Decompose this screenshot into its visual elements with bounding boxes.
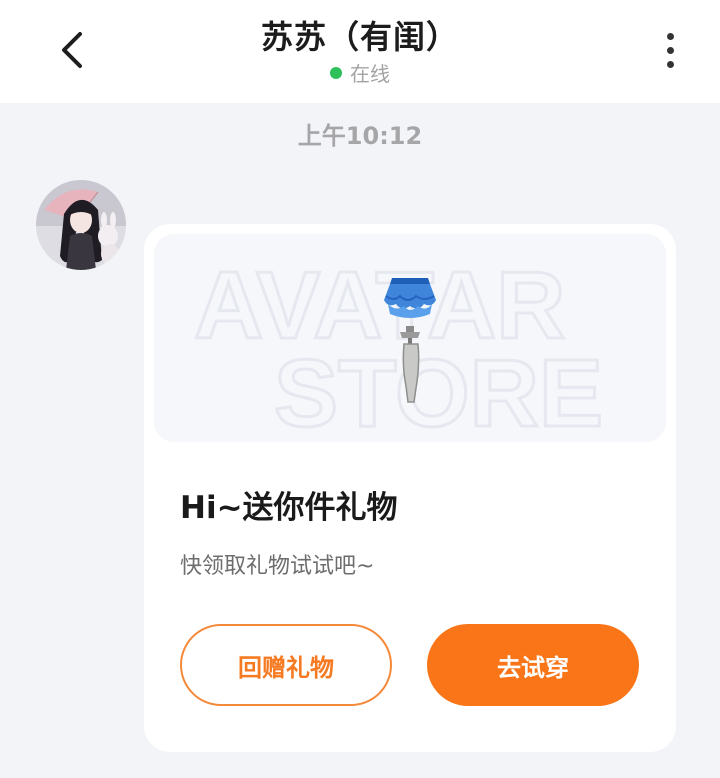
more-vertical-icon — [666, 32, 674, 40]
avatar-image — [36, 180, 126, 270]
chat-screen: 苏苏（有闺） 在线 上午10:12 AVATAR STORE Hi~送你件礼物 … — [0, 0, 720, 778]
skirt-gift-icon — [384, 278, 436, 403]
gift-message-card: AVATAR STORE Hi~送你件礼物 快领取礼物试试吧~ 回赠礼物 去试穿 — [144, 224, 676, 752]
contact-name: 苏苏（有闺） — [260, 18, 459, 56]
gift-banner: AVATAR STORE — [154, 234, 666, 442]
chat-header: 苏苏（有闺） 在线 — [0, 0, 720, 103]
return-gift-button[interactable]: 回赠礼物 — [180, 624, 392, 706]
online-dot-icon — [330, 66, 342, 79]
more-options-button[interactable] — [652, 26, 688, 74]
try-on-button[interactable]: 去试穿 — [427, 624, 639, 706]
message-timestamp: 上午10:12 — [297, 122, 423, 150]
contact-avatar[interactable] — [36, 180, 126, 270]
online-status-label: 在线 — [350, 62, 390, 86]
online-status: 在线 — [0, 58, 720, 87]
gift-subtitle: 快领取礼物试试吧~ — [180, 554, 375, 579]
gift-title: Hi~送你件礼物 — [180, 490, 398, 526]
